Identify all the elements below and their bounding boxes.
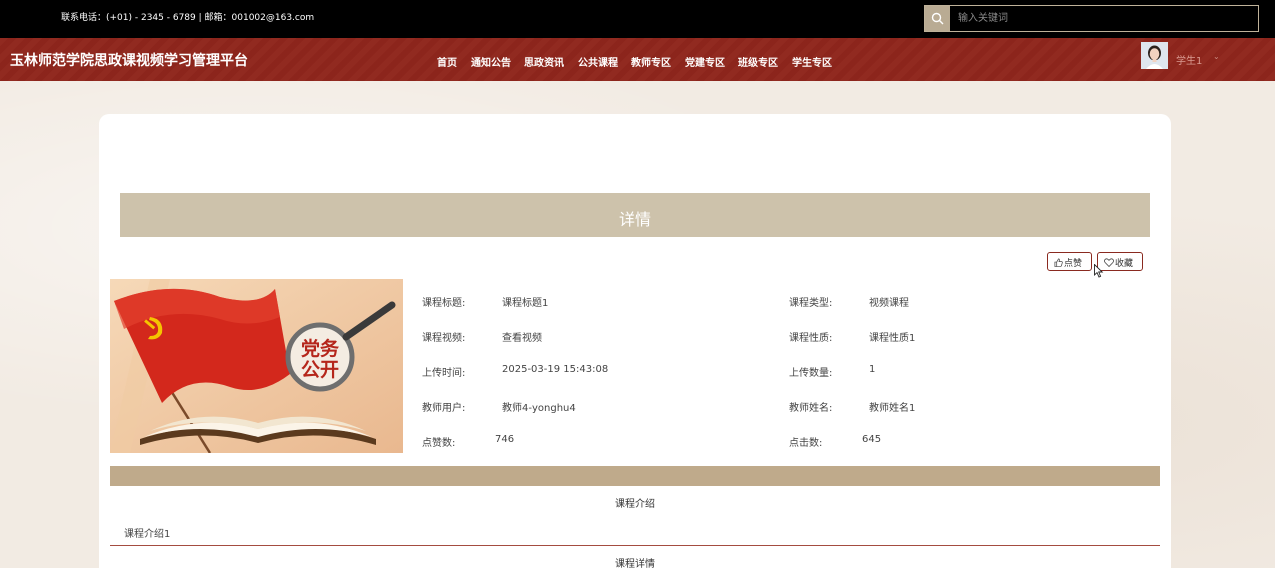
nav-item-notices[interactable]: 通知公告 — [471, 54, 511, 69]
nav-item-home[interactable]: 首页 — [437, 54, 457, 69]
intro-section-title: 课程介绍 — [615, 499, 655, 510]
nav-item-teacher-zone[interactable]: 教师专区 — [631, 54, 671, 69]
details-section-title: 课程详情 — [615, 559, 655, 568]
nav-item-party-zone[interactable]: 党建专区 — [685, 54, 725, 69]
nav-item-public-courses[interactable]: 公共课程 — [578, 54, 618, 69]
course-type-value: 视频课程 — [869, 298, 909, 309]
course-nature-value: 课程性质1 — [869, 333, 916, 344]
intro-divider-bar — [110, 466, 1160, 486]
cover-text: 党务 — [301, 337, 340, 360]
upload-time-label: 上传时间: — [422, 368, 466, 379]
favorite-label: 收藏 — [1115, 259, 1134, 269]
search-icon — [931, 12, 944, 25]
heart-icon — [1104, 258, 1114, 268]
detail-header: 详情 — [120, 193, 1150, 237]
nav-item-news[interactable]: 思政资讯 — [524, 54, 564, 69]
chevron-down-icon[interactable]: ⌄ — [1213, 52, 1220, 61]
site-title[interactable]: 玉林师范学院思政课视频学习管理平台 — [10, 50, 248, 70]
avatar[interactable] — [1141, 42, 1168, 69]
course-cover-image: 党务 公开 — [110, 279, 403, 453]
upload-count-label: 上传数量: — [789, 368, 833, 379]
teacher-user-label: 教师用户: — [422, 403, 466, 414]
teacher-name-label: 教师姓名: — [789, 403, 833, 414]
teacher-user-value: 教师4-yonghu4 — [502, 403, 576, 414]
like-button[interactable]: 点赞 — [1047, 252, 1092, 271]
upload-count-value: 1 — [869, 364, 876, 375]
mouse-cursor-icon — [1094, 264, 1104, 278]
main-nav-bar: 玉林师范学院思政课视频学习管理平台 首页 通知公告 思政资讯 公共课程 教师专区… — [0, 38, 1275, 81]
likes-label: 点赞数: — [422, 438, 456, 449]
clicks-label: 点击数: — [789, 438, 823, 449]
thumbs-up-icon — [1054, 258, 1063, 267]
search-box — [924, 5, 1259, 32]
course-nature-label: 课程性质: — [789, 333, 833, 344]
likes-value: 746 — [495, 434, 515, 445]
contact-info: 联系电话：(+01) - 2345 - 6789 | 邮箱：001002@163… — [61, 13, 315, 23]
view-video-link[interactable]: 查看视频 — [502, 329, 542, 344]
course-video-label: 课程视频: — [422, 333, 466, 344]
course-type-label: 课程类型: — [789, 298, 833, 309]
course-title-value: 课程标题1 — [502, 298, 549, 309]
user-name[interactable]: 学生1 — [1176, 52, 1202, 67]
nav-item-student-zone[interactable]: 学生专区 — [792, 54, 832, 69]
intro-text: 课程介绍1 — [124, 529, 171, 540]
detail-header-title: 详情 — [618, 210, 651, 229]
search-input[interactable] — [950, 6, 1258, 31]
search-button[interactable] — [925, 6, 950, 31]
upload-time-value: 2025-03-19 15:43:08 — [502, 364, 609, 375]
top-contact-bar: 联系电话：(+01) - 2345 - 6789 | 邮箱：001002@163… — [0, 0, 1275, 38]
cover-text-line2: 公开 — [301, 359, 339, 381]
course-title-label: 课程标题: — [422, 298, 466, 309]
nav-item-class-zone[interactable]: 班级专区 — [738, 54, 778, 69]
intro-divider-line — [110, 545, 1160, 546]
avatar-image — [1141, 42, 1168, 69]
teacher-name-value: 教师姓名1 — [869, 403, 916, 414]
like-label: 点赞 — [1064, 259, 1083, 269]
clicks-value: 645 — [862, 434, 882, 445]
